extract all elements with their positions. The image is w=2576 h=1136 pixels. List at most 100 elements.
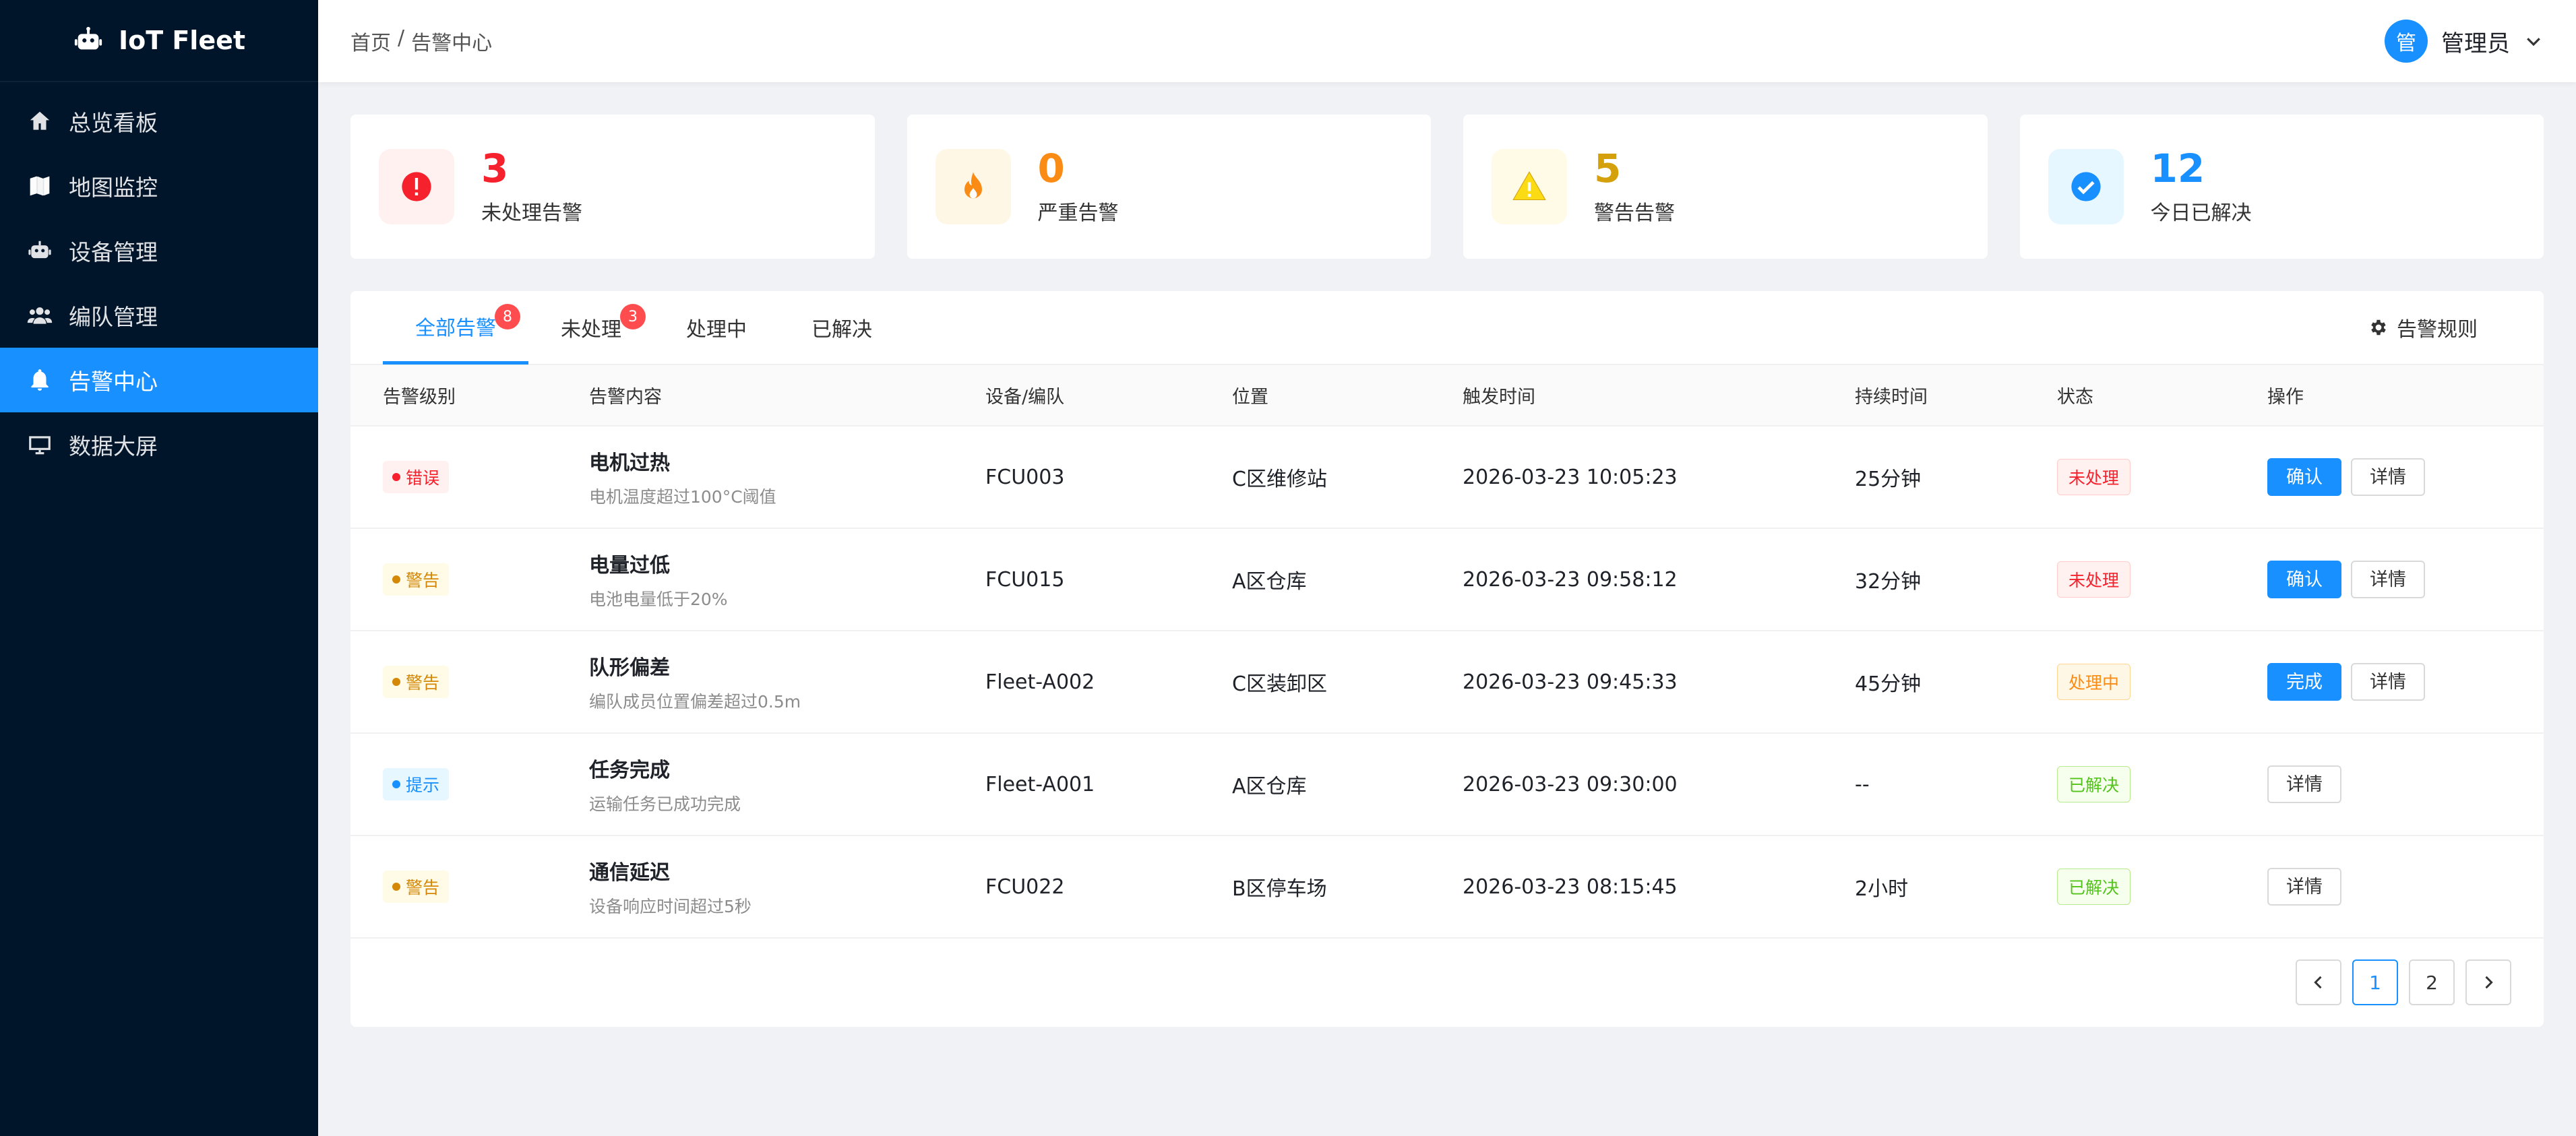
cell-location: C区装卸区 <box>1232 672 1327 696</box>
tab-resolved[interactable]: 已解决 <box>779 290 904 365</box>
pagination: 1 2 <box>2296 959 2511 1005</box>
users-icon <box>27 307 53 324</box>
tab-processing[interactable]: 处理中 <box>654 290 779 365</box>
next-page-button[interactable] <box>2465 959 2511 1005</box>
tab-count-badge: 3 <box>620 304 646 329</box>
cell-duration: 32分钟 <box>1855 570 1922 594</box>
cell-device: FCU003 <box>985 465 1065 489</box>
cell-trigger-time: 2026-03-23 09:45:33 <box>1463 670 1678 694</box>
app-title: IoT Fleet <box>118 26 246 55</box>
sidebar-item-label: 总览看板 <box>69 110 158 136</box>
cell-trigger-time: 2026-03-23 10:05:23 <box>1463 465 1678 489</box>
level-tag: 错误 <box>383 461 450 493</box>
cell-location: A区仓库 <box>1232 570 1307 594</box>
cell-device: FCU022 <box>985 875 1065 899</box>
cell-actions: 详情 <box>2235 733 2544 835</box>
cell-actions: 确认 详情 <box>2235 528 2544 631</box>
cell-content: 队形偏差 编队成员位置偏差超过0.5m <box>557 631 953 733</box>
alerts-table: 告警级别 告警内容 设备/编队 位置 触发时间 持续时间 状态 操作 错误 电机过… <box>350 365 2544 939</box>
alert-rules-label: 告警规则 <box>2397 318 2478 342</box>
status-badge: 未处理 <box>2057 459 2131 495</box>
primary-action-button[interactable]: 确认 <box>2267 561 2341 598</box>
alert-description: 运输任务已成功完成 <box>589 794 741 814</box>
level-label: 提示 <box>406 776 440 795</box>
prev-page-button[interactable] <box>2296 959 2341 1005</box>
stat-icon-box <box>1492 149 1567 224</box>
level-tag: 提示 <box>383 768 450 800</box>
stat-icon-box <box>2048 149 2124 224</box>
stat-value: 5 <box>1594 146 1622 192</box>
primary-action-button[interactable]: 完成 <box>2267 663 2341 701</box>
sidebar-item-overview[interactable]: 总览看板 <box>0 89 318 154</box>
cell-device: Fleet-A001 <box>985 772 1095 796</box>
tab-all-alerts[interactable]: 全部告警 8 <box>383 290 528 365</box>
breadcrumb-home[interactable]: 首页 <box>350 26 391 56</box>
robot-logo-icon <box>74 26 102 50</box>
sidebar: IoT Fleet 总览看板 地图监控 设备管理 编队管理 告警中心 数据大屏 <box>0 0 318 1136</box>
alert-title: 电量过低 <box>589 554 670 577</box>
primary-action-button[interactable]: 确认 <box>2267 458 2341 496</box>
alert-title: 电机过热 <box>589 451 670 475</box>
detail-button[interactable]: 详情 <box>2267 868 2341 906</box>
user-menu[interactable]: 管 管理员 <box>2385 20 2544 63</box>
stat-label: 未处理告警 <box>481 201 582 225</box>
sidebar-item-map[interactable]: 地图监控 <box>0 154 318 218</box>
status-badge: 已解决 <box>2057 766 2131 802</box>
cell-content: 电量过低 电池电量低于20% <box>557 528 953 631</box>
detail-button[interactable]: 详情 <box>2351 458 2425 496</box>
cell-content: 通信延迟 设备响应时间超过5秒 <box>557 835 953 938</box>
sidebar-item-label: 地图监控 <box>69 175 158 201</box>
level-tag: 警告 <box>383 666 450 698</box>
breadcrumb-separator: / <box>398 26 405 50</box>
level-dot <box>392 883 400 891</box>
cell-duration: 45分钟 <box>1855 672 1922 696</box>
stat-icon-box <box>935 149 1011 224</box>
cell-status: 已解决 <box>2025 733 2235 835</box>
page-button-1[interactable]: 1 <box>2352 959 2398 1005</box>
detail-button[interactable]: 详情 <box>2351 663 2425 701</box>
tab-unhandled[interactable]: 未处理 3 <box>528 290 654 365</box>
cell-device: Fleet-A002 <box>985 670 1095 694</box>
cell-level: 警告 <box>350 835 557 938</box>
alerts-panel: 全部告警 8 未处理 3 处理中 已解决 告警规则 告警级别 告警内容 设备/编… <box>350 291 2544 1027</box>
user-name: 管理员 <box>2441 30 2510 57</box>
column-header: 位置 <box>1200 365 1430 427</box>
home-icon <box>30 111 50 130</box>
app-logo[interactable]: IoT Fleet <box>0 0 318 82</box>
sidebar-item-devices[interactable]: 设备管理 <box>0 218 318 283</box>
tab-label: 已解决 <box>811 318 872 342</box>
cell-trigger-time: 2026-03-23 09:58:12 <box>1463 567 1678 592</box>
sidebar-item-fleet[interactable]: 编队管理 <box>0 283 318 348</box>
cell-level: 提示 <box>350 733 557 835</box>
status-badge: 已解决 <box>2057 869 2131 905</box>
stat-value: 3 <box>481 146 509 192</box>
detail-button[interactable]: 详情 <box>2351 561 2425 598</box>
alert-title: 任务完成 <box>589 759 670 782</box>
sidebar-item-label: 告警中心 <box>69 369 158 395</box>
alert-title: 队形偏差 <box>589 656 670 680</box>
sidebar-item-label: 数据大屏 <box>69 433 158 460</box>
cell-content: 任务完成运输任务已成功完成 <box>557 733 953 835</box>
check-circle-icon <box>2071 172 2101 201</box>
level-dot <box>392 780 400 788</box>
stat-card-resolved-today: 12 今日已解决 <box>2019 115 2544 259</box>
alert-description: 设备响应时间超过5秒 <box>589 897 752 916</box>
stat-value: 0 <box>1037 146 1065 192</box>
detail-button[interactable]: 详情 <box>2267 765 2341 803</box>
page-content: 3 未处理告警 0 严重告警 5 警告告警 12 今日已解决 全部告警 8 未处… <box>318 82 2576 1059</box>
stat-card-critical: 0 严重告警 <box>907 115 1431 259</box>
cell-duration: 25分钟 <box>1855 468 1922 491</box>
stat-value: 12 <box>2150 146 2205 192</box>
column-header: 触发时间 <box>1430 365 1822 427</box>
stat-card-unhandled: 3 未处理告警 <box>350 115 875 259</box>
alert-rules-button[interactable]: 告警规则 <box>2368 313 2511 342</box>
page-button-2[interactable]: 2 <box>2409 959 2455 1005</box>
sidebar-item-alerts[interactable]: 告警中心 <box>0 348 318 412</box>
level-dot <box>392 575 400 583</box>
column-header: 设备/编队 <box>953 365 1200 427</box>
chevron-left-icon <box>2314 976 2322 989</box>
sidebar-item-dashboard-screen[interactable]: 数据大屏 <box>0 412 318 477</box>
cell-status: 处理中 <box>2025 631 2235 733</box>
chevron-right-icon <box>2485 976 2493 989</box>
column-header: 状态 <box>2025 365 2235 427</box>
